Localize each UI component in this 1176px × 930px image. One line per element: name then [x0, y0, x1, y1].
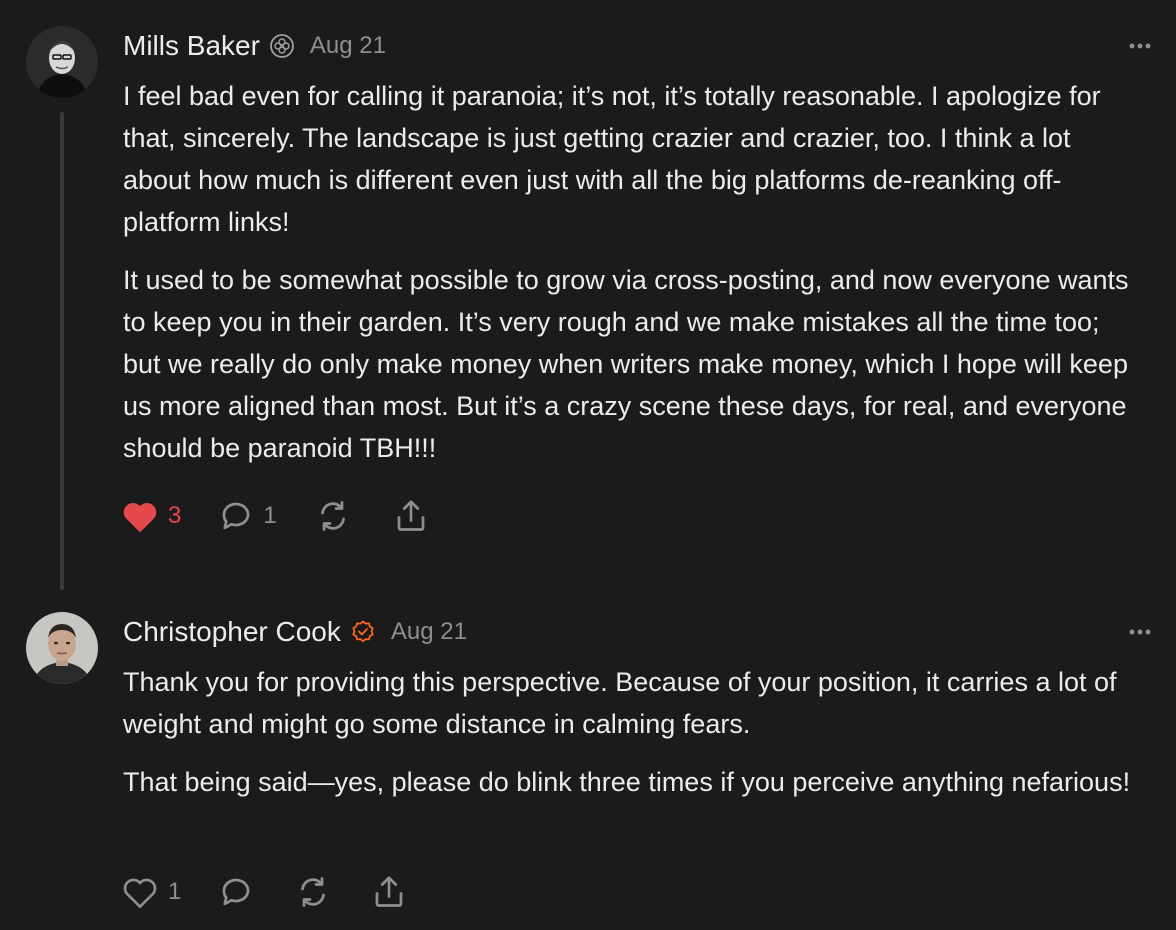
more-options-icon[interactable] [1126, 36, 1156, 56]
reply-count: 1 [263, 502, 277, 529]
comment-header: Christopher Cook Aug 21 [123, 614, 467, 650]
reply-button[interactable] [217, 874, 255, 910]
share-button[interactable] [371, 874, 407, 910]
like-count: 1 [168, 878, 182, 905]
heart-filled-icon [123, 503, 157, 533]
like-button[interactable]: 3 [120, 498, 181, 534]
share-icon [376, 876, 403, 907]
restack-icon [301, 877, 326, 907]
restack-icon [320, 501, 345, 531]
author-name[interactable]: Christopher Cook [123, 616, 341, 648]
reply-button[interactable]: 1 [217, 498, 277, 534]
avatar-photo-icon [26, 612, 98, 684]
like-button[interactable]: 1 [120, 874, 181, 910]
comment-date[interactable]: Aug 21 [391, 618, 467, 646]
heart-outline-icon [123, 878, 157, 909]
restack-button[interactable] [315, 498, 351, 534]
speech-bubble-icon [223, 502, 250, 530]
comment-paragraph: I feel bad even for calling it paranoia;… [123, 81, 1101, 237]
more-options-icon[interactable] [1126, 622, 1156, 642]
share-icon [397, 500, 425, 531]
comment-mills-baker: Mills Baker Aug 21 I feel bad even for c… [0, 0, 1176, 600]
comment-header: Mills Baker Aug 21 [123, 28, 386, 64]
comment-body: Thank you for providing this perspective… [123, 661, 1143, 819]
comment-paragraph: That being said—yes, please do blink thr… [123, 767, 1131, 797]
verified-check-badge-icon [351, 620, 375, 644]
avatar[interactable] [26, 612, 98, 684]
comment-date[interactable]: Aug 21 [310, 32, 386, 60]
restack-button[interactable] [295, 874, 331, 910]
author-name[interactable]: Mills Baker [123, 30, 260, 62]
like-count: 3 [168, 502, 182, 529]
comment-paragraph: Thank you for providing this perspective… [123, 667, 1117, 739]
share-button[interactable] [393, 498, 429, 534]
avatar[interactable] [26, 26, 98, 98]
avatar-photo-icon [26, 26, 98, 98]
comment-body: I feel bad even for calling it paranoia;… [123, 75, 1143, 485]
comment-actions: 1 [120, 872, 437, 912]
comment-christopher-cook: Christopher Cook Aug 21 Thank you for pr… [0, 600, 1176, 930]
comment-actions: 3 1 [120, 496, 459, 536]
speech-bubble-icon [223, 878, 250, 906]
substack-staff-badge-icon [270, 34, 294, 58]
comment-paragraph: It used to be somewhat possible to grow … [123, 265, 1129, 463]
thread-line [60, 112, 64, 590]
